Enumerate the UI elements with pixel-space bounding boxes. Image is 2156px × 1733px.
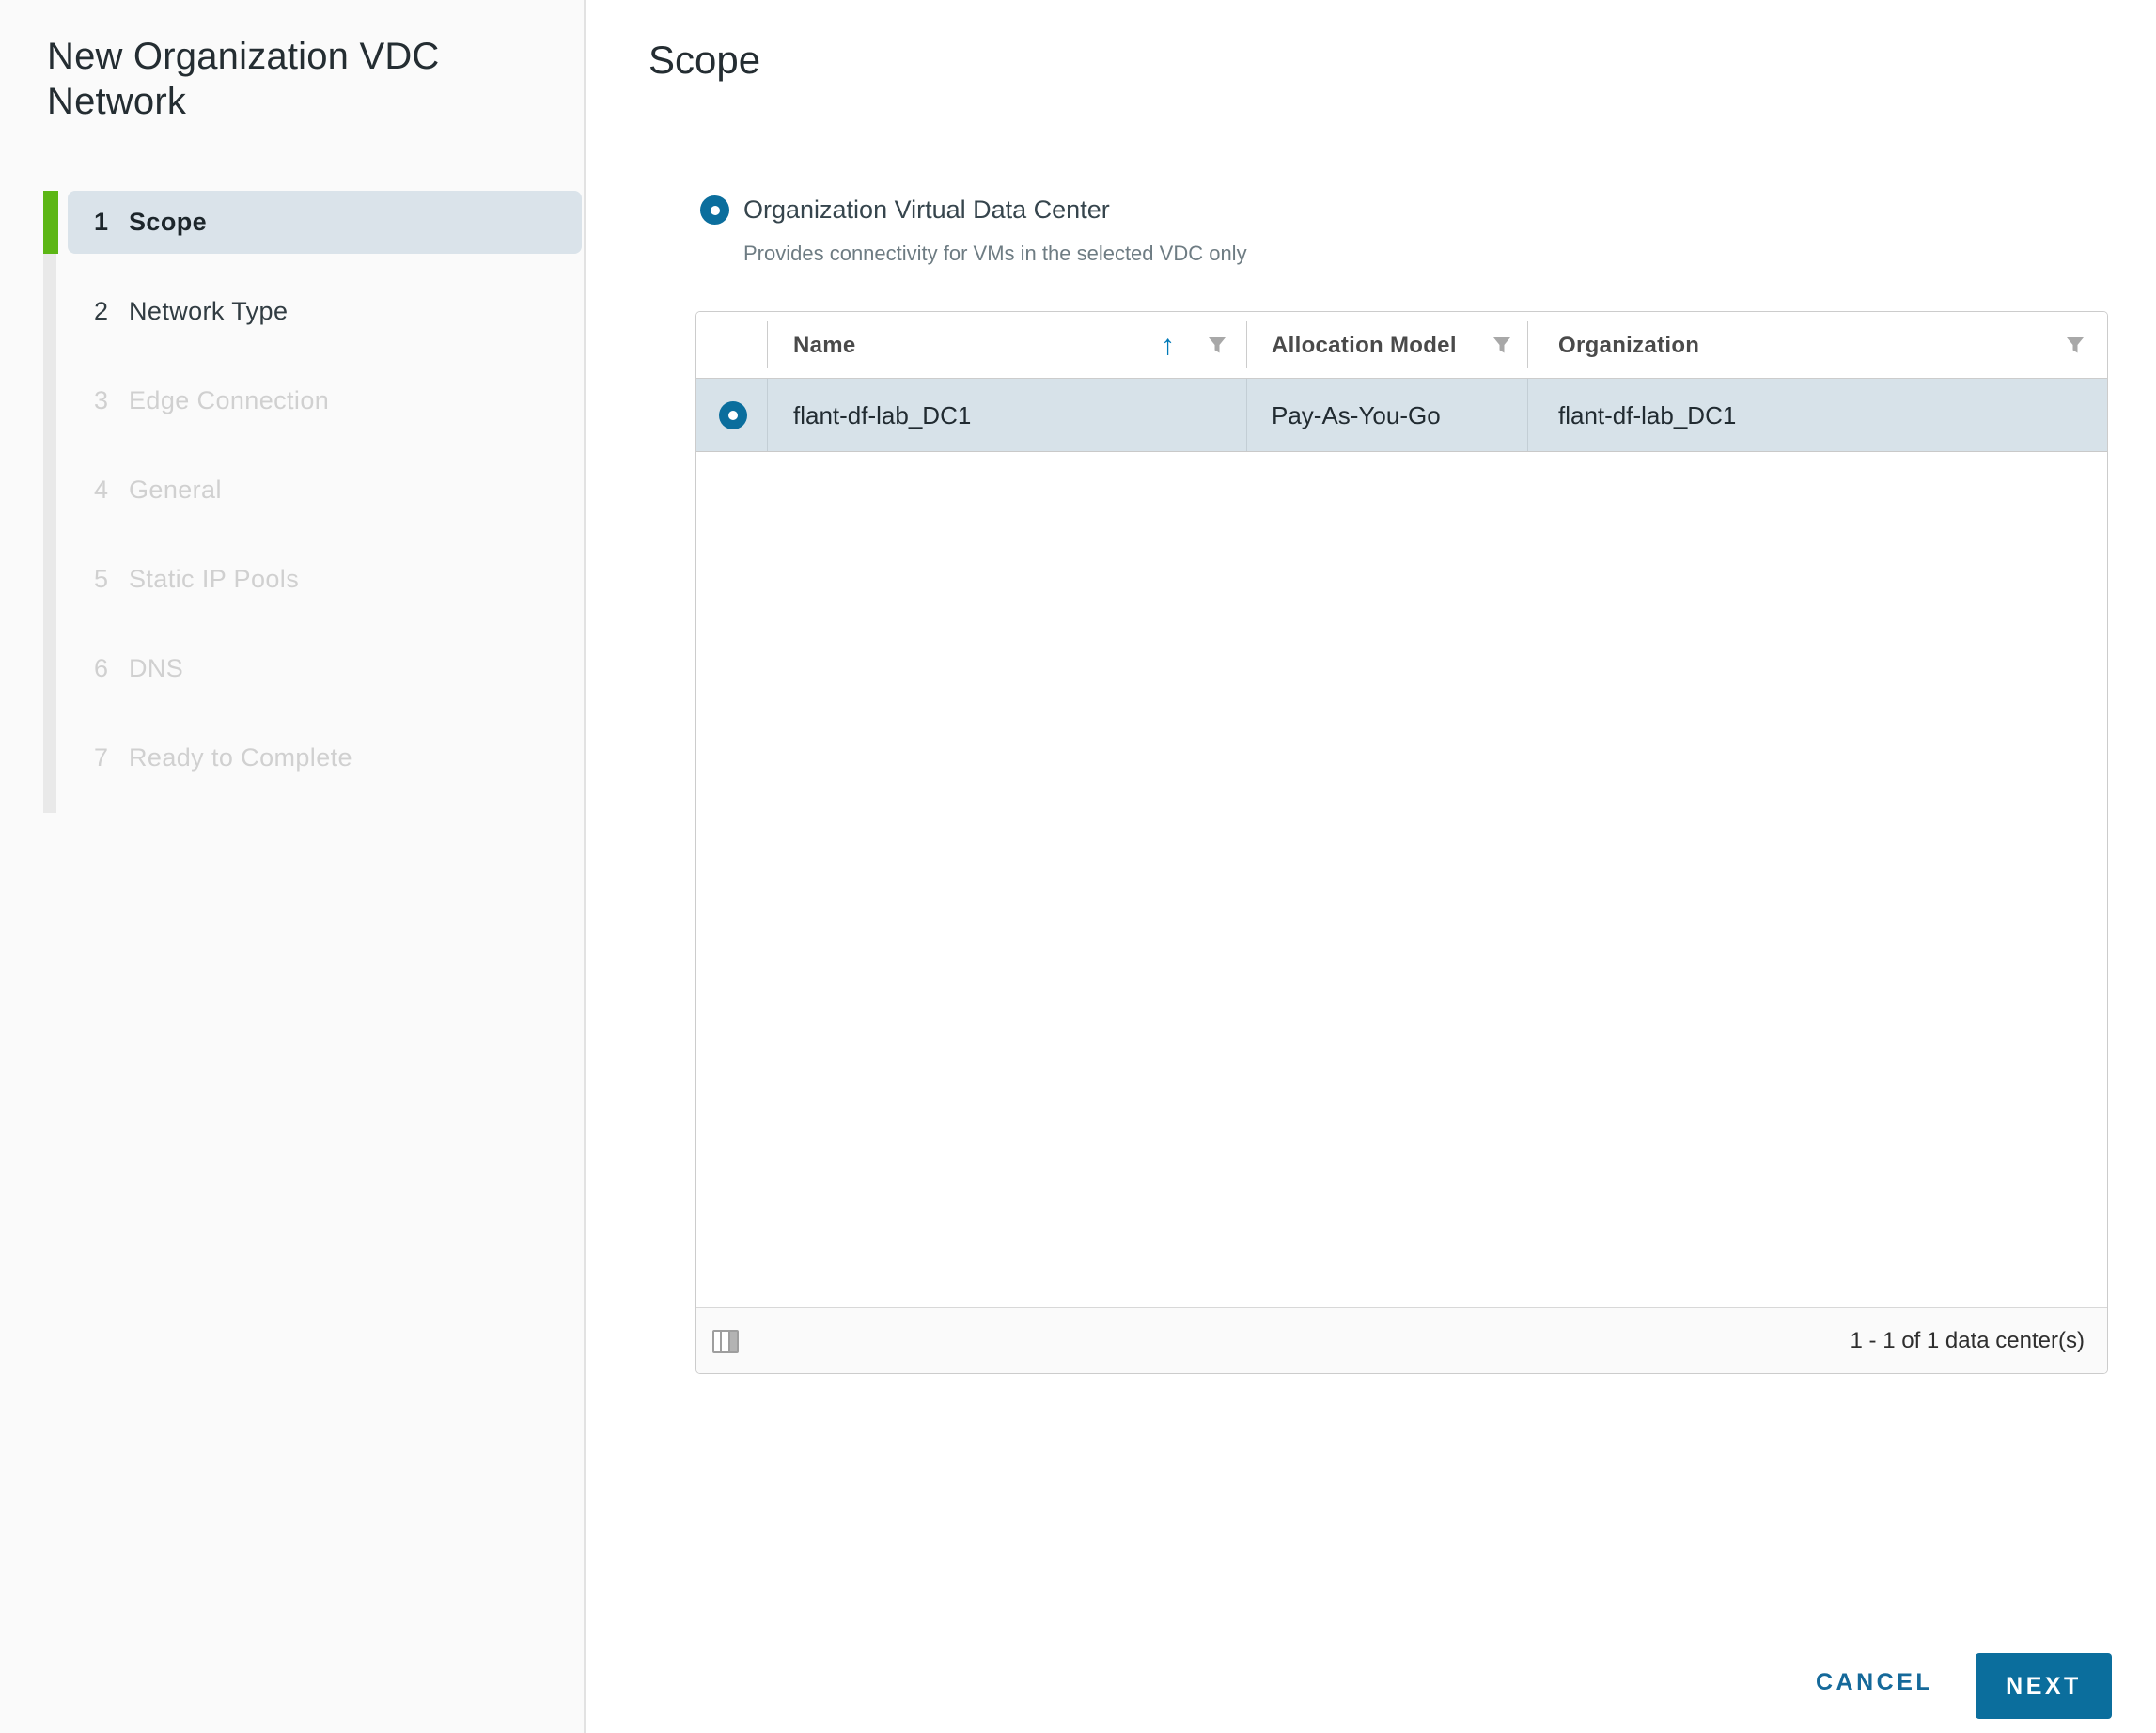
step-label: DNS xyxy=(129,637,183,700)
step-label: Network Type xyxy=(129,280,288,343)
step-static-ip-pools: 5 Static IP Pools xyxy=(0,548,586,611)
wizard-steps: 1 Scope 2 Network Type 3 Edge Connection… xyxy=(0,191,586,816)
new-org-vdc-network-wizard: New Organization VDC Network 1 Scope 2 N… xyxy=(0,0,2156,1733)
filter-icon[interactable] xyxy=(1492,335,1512,355)
cell-allocation-model: Pay-As-You-Go xyxy=(1272,379,1441,452)
radio-selected-icon xyxy=(700,195,729,225)
cell-organization: flant-df-lab_DC1 xyxy=(1558,379,1736,452)
step-number: 5 xyxy=(94,548,108,611)
datagrid-empty-area xyxy=(696,452,2107,1307)
row-radio-selected[interactable] xyxy=(719,401,747,434)
radio-selected-icon xyxy=(719,401,747,429)
step-number: 4 xyxy=(94,459,108,522)
step-label: Ready to Complete xyxy=(129,726,352,789)
step-number: 7 xyxy=(94,726,108,789)
step-number: 3 xyxy=(94,369,108,432)
column-header-organization[interactable]: Organization xyxy=(1558,312,1699,379)
page-title: Scope xyxy=(648,38,760,83)
step-ready-to-complete: 7 Ready to Complete xyxy=(0,726,586,789)
column-divider xyxy=(767,321,768,368)
cell-divider xyxy=(767,379,768,451)
datagrid-header: Name ↑ Allocation Model Organization xyxy=(696,312,2107,379)
step-number: 6 xyxy=(94,637,108,700)
table-row-selected[interactable]: flant-df-lab_DC1 Pay-As-You-Go flant-df-… xyxy=(696,379,2107,452)
column-toggle-icon[interactable] xyxy=(712,1330,739,1353)
filter-icon[interactable] xyxy=(1207,335,1227,355)
step-general: 4 General xyxy=(0,459,586,522)
cancel-button[interactable]: CANCEL xyxy=(1816,1669,1933,1696)
active-step-green-bar xyxy=(43,191,58,254)
column-divider[interactable] xyxy=(1527,321,1528,368)
step-edge-connection: 3 Edge Connection xyxy=(0,369,586,432)
wizard-title: New Organization VDC Network xyxy=(47,34,526,124)
org-vdc-radio[interactable] xyxy=(700,195,729,229)
wizard-sidebar: New Organization VDC Network 1 Scope 2 N… xyxy=(0,0,586,1733)
sort-ascending-icon[interactable]: ↑ xyxy=(1161,312,1175,379)
cell-divider xyxy=(1246,379,1247,451)
step-dns: 6 DNS xyxy=(0,637,586,700)
cell-divider xyxy=(1527,379,1528,451)
org-vdc-radio-description: Provides connectivity for VMs in the sel… xyxy=(743,242,1247,266)
column-header-allocation-model[interactable]: Allocation Model xyxy=(1272,312,1457,379)
column-header-name[interactable]: Name xyxy=(793,312,856,379)
step-label: Static IP Pools xyxy=(129,548,299,611)
next-button[interactable]: NEXT xyxy=(1976,1653,2112,1719)
step-number: 1 xyxy=(94,191,108,254)
step-label: Scope xyxy=(129,191,207,254)
cell-name: flant-df-lab_DC1 xyxy=(793,379,971,452)
step-number: 2 xyxy=(94,280,108,343)
org-vdc-radio-label[interactable]: Organization Virtual Data Center xyxy=(743,195,1110,226)
step-scope[interactable]: 1 Scope xyxy=(0,191,586,254)
column-divider[interactable] xyxy=(1246,321,1247,368)
filter-icon[interactable] xyxy=(2065,335,2086,355)
vdc-datagrid: Name ↑ Allocation Model Organization xyxy=(695,311,2108,1374)
step-label: Edge Connection xyxy=(129,369,329,432)
datagrid-footer: 1 - 1 of 1 data center(s) xyxy=(696,1307,2107,1373)
pagination-summary: 1 - 1 of 1 data center(s) xyxy=(1851,1308,2085,1374)
step-network-type[interactable]: 2 Network Type xyxy=(0,280,586,343)
step-label: General xyxy=(129,459,222,522)
